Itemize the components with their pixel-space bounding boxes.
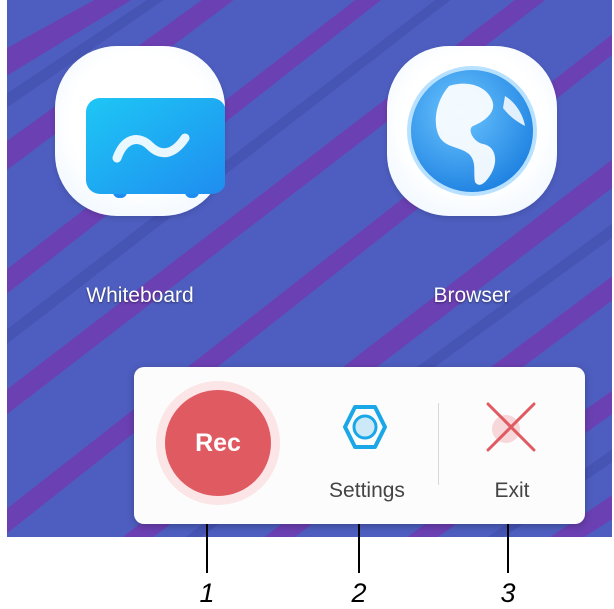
app-whiteboard[interactable]: Whiteboard	[55, 46, 226, 307]
globe-icon	[407, 66, 537, 196]
settings-button[interactable]: Settings	[302, 387, 432, 507]
exit-label: Exit	[494, 479, 530, 502]
callout-number-1: 1	[199, 578, 215, 608]
app-label-whiteboard: Whiteboard	[86, 284, 194, 307]
rec-button-label: Rec	[165, 390, 271, 496]
app-browser[interactable]: Browser	[387, 46, 557, 307]
settings-label: Settings	[329, 479, 405, 502]
hexagon-settings-icon	[343, 405, 387, 449]
callout-line-1	[206, 524, 208, 573]
callout-number-3: 3	[500, 578, 516, 608]
app-label-browser: Browser	[433, 284, 511, 307]
callout-line-3	[507, 524, 509, 573]
recording-toolbar: Rec Settings Exit	[134, 367, 585, 524]
exit-button[interactable]: Exit	[450, 387, 574, 507]
whiteboard-icon-tile	[55, 46, 226, 216]
browser-icon-tile	[387, 46, 557, 216]
rec-button[interactable]: Rec	[156, 381, 280, 505]
callout-number-2: 2	[351, 578, 367, 608]
whiteboard-icon	[86, 98, 226, 198]
toolbar-divider	[438, 403, 439, 485]
callout-line-2	[358, 524, 360, 573]
desktop-screen: Whiteboard Browser Rec Settings Exit	[7, 0, 612, 537]
close-icon	[486, 402, 536, 452]
